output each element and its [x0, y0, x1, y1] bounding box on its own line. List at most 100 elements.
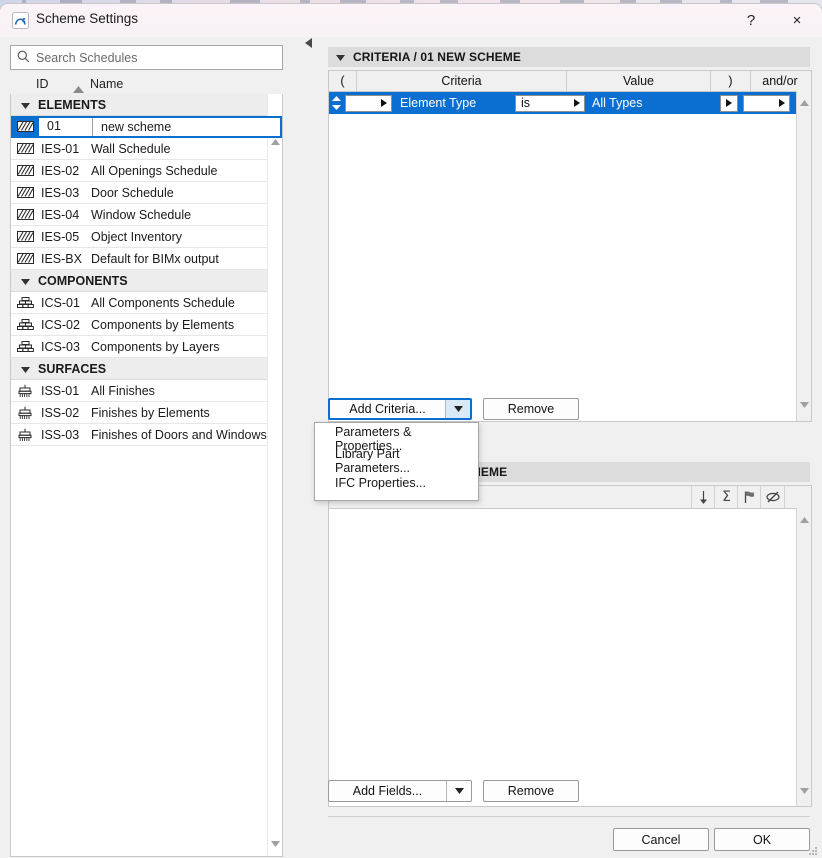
list-scroll-down-arrow[interactable] — [268, 836, 282, 852]
list-item-name: Components by Layers — [91, 339, 220, 354]
close-paren-dropdown[interactable] — [743, 94, 790, 112]
close-button[interactable]: × — [774, 4, 820, 37]
list-scrollbar[interactable] — [267, 94, 282, 856]
fields-table: Σ — [328, 485, 812, 807]
criteria-col-criteria: Criteria — [357, 71, 567, 91]
list-item[interactable]: IES-01 Wall Schedule — [11, 138, 282, 160]
list-item[interactable]: IES-BX Default for BIMx output — [11, 248, 282, 270]
add-criteria-button[interactable]: Add Criteria... — [328, 398, 472, 420]
list-item-id: 01 — [43, 116, 93, 137]
column-header-id[interactable]: ID — [36, 77, 49, 91]
list-item-name: Door Schedule — [91, 185, 174, 200]
list-item-name: Wall Schedule — [91, 141, 171, 156]
criteria-col-open-paren: ( — [329, 71, 357, 91]
criteria-scroll-down-arrow[interactable] — [797, 397, 811, 413]
fields-scroll-up-arrow[interactable] — [797, 512, 811, 528]
add-criteria-dropdown-arrow[interactable] — [445, 400, 470, 418]
list-item[interactable]: IES-02 All Openings Schedule — [11, 160, 282, 182]
flag-icon[interactable] — [737, 486, 761, 508]
components-brick-icon — [17, 296, 37, 309]
archicad-icon — [12, 12, 29, 29]
search-input[interactable]: Search Schedules — [10, 45, 283, 70]
list-group-label: SURFACES — [38, 361, 107, 376]
list-item[interactable]: IES-04 Window Schedule — [11, 204, 282, 226]
list-item[interactable]: ISS-03 Finishes of Doors and Windows — [11, 424, 282, 446]
schedule-hatch-icon — [11, 116, 39, 137]
schedule-hatch-icon — [17, 253, 37, 264]
schedule-hatch-icon — [17, 143, 37, 154]
add-fields-button[interactable]: Add Fields... — [328, 780, 472, 802]
list-item-name: Default for BIMx output — [91, 251, 219, 266]
column-header-name[interactable]: Name — [90, 77, 123, 91]
add-criteria-menu[interactable]: Parameters & Properties... Library Part P… — [314, 422, 479, 501]
criteria-table: ( Criteria Value ) and/or Element Type i… — [328, 70, 812, 422]
footer-divider — [328, 816, 810, 817]
list-item[interactable]: ICS-02 Components by Elements — [11, 314, 282, 336]
remove-fields-button[interactable]: Remove — [483, 780, 579, 802]
remove-criteria-button[interactable]: Remove — [483, 398, 579, 420]
criteria-scroll-up-arrow[interactable] — [797, 95, 811, 111]
criteria-scrollbar[interactable] — [796, 91, 811, 421]
list-item-name[interactable]: new scheme — [93, 120, 282, 134]
list-group-elements[interactable]: ELEMENTS — [11, 94, 282, 116]
list-item-name: Components by Elements — [91, 317, 235, 332]
title-bar: Scheme Settings ? × — [0, 4, 822, 37]
menu-item[interactable]: IFC Properties... — [315, 472, 478, 494]
ok-button[interactable]: OK — [714, 828, 810, 851]
list-item-id: ICS-01 — [41, 295, 80, 310]
open-paren-dropdown[interactable] — [345, 94, 392, 112]
list-item-id: IES-BX — [41, 251, 82, 266]
row-reorder-spinner[interactable] — [329, 92, 343, 114]
chevron-down-icon — [21, 362, 30, 376]
list-item-id: IES-02 — [41, 163, 80, 178]
components-brick-icon — [17, 318, 37, 331]
list-item[interactable]: ICS-03 Components by Layers — [11, 336, 282, 358]
scheme-settings-dialog: Scheme Settings ? × Search Schedules ID … — [0, 4, 822, 858]
collapse-panel-icon[interactable] — [305, 37, 312, 51]
criteria-field-label[interactable]: Element Type — [392, 96, 515, 110]
fields-scroll-down-arrow[interactable] — [797, 783, 811, 799]
list-item[interactable]: ISS-01 All Finishes — [11, 380, 282, 402]
chevron-right-icon — [381, 96, 387, 110]
list-item[interactable]: ICS-01 All Components Schedule — [11, 292, 282, 314]
criteria-col-andor: and/or — [762, 74, 798, 88]
list-item-name: Finishes of Doors and Windows — [91, 427, 267, 442]
surfaces-brush-icon — [17, 406, 37, 420]
list-item-name: Object Inventory — [91, 229, 183, 244]
list-item[interactable]: 01 new scheme — [11, 116, 282, 138]
list-item[interactable]: IES-05 Object Inventory — [11, 226, 282, 248]
list-group-surfaces[interactable]: SURFACES — [11, 358, 282, 380]
operator-dropdown[interactable]: is — [515, 94, 585, 112]
sort-down-icon[interactable] — [691, 486, 715, 508]
list-item-id: ISS-01 — [41, 383, 80, 398]
schedule-hatch-icon — [17, 231, 37, 242]
fields-scrollbar[interactable] — [796, 508, 811, 806]
list-item-id: IES-04 — [41, 207, 80, 222]
chevron-down-icon — [336, 50, 345, 64]
list-item-name: Finishes by Elements — [91, 405, 210, 420]
surfaces-brush-icon — [17, 384, 37, 398]
list-item-name: All Openings Schedule — [91, 163, 218, 178]
criteria-value-label[interactable]: All Types — [585, 96, 720, 110]
hide-icon[interactable] — [760, 486, 785, 508]
list-item-id: IES-05 — [41, 229, 80, 244]
help-button[interactable]: ? — [728, 4, 774, 37]
search-placeholder: Search Schedules — [36, 50, 138, 65]
list-group-components[interactable]: COMPONENTS — [11, 270, 282, 292]
list-item[interactable]: IES-03 Door Schedule — [11, 182, 282, 204]
value-dropdown-arrow[interactable] — [720, 94, 738, 112]
add-fields-dropdown-arrow[interactable] — [446, 781, 471, 801]
components-brick-icon — [17, 340, 37, 353]
list-item[interactable]: ISS-02 Finishes by Elements — [11, 402, 282, 424]
list-item-id: IES-01 — [41, 141, 80, 156]
sum-sigma-icon[interactable]: Σ — [714, 486, 738, 508]
criteria-section-header[interactable]: CRITERIA / 01 NEW SCHEME — [328, 47, 810, 67]
schedules-list[interactable]: ELEMENTS 01 new scheme IES-01 Wall Schedule I… — [10, 94, 283, 857]
add-fields-label: Add Fields... — [352, 784, 423, 798]
resize-grip[interactable] — [808, 845, 818, 855]
criteria-row[interactable]: Element Type is All Types — [329, 92, 811, 114]
menu-item[interactable]: Library Part Parameters... — [315, 447, 478, 475]
cancel-button[interactable]: Cancel — [613, 828, 709, 851]
chevron-right-icon — [779, 96, 785, 110]
schedules-panel: Search Schedules ID Name ELEMENTS 01 new s… — [0, 37, 300, 858]
